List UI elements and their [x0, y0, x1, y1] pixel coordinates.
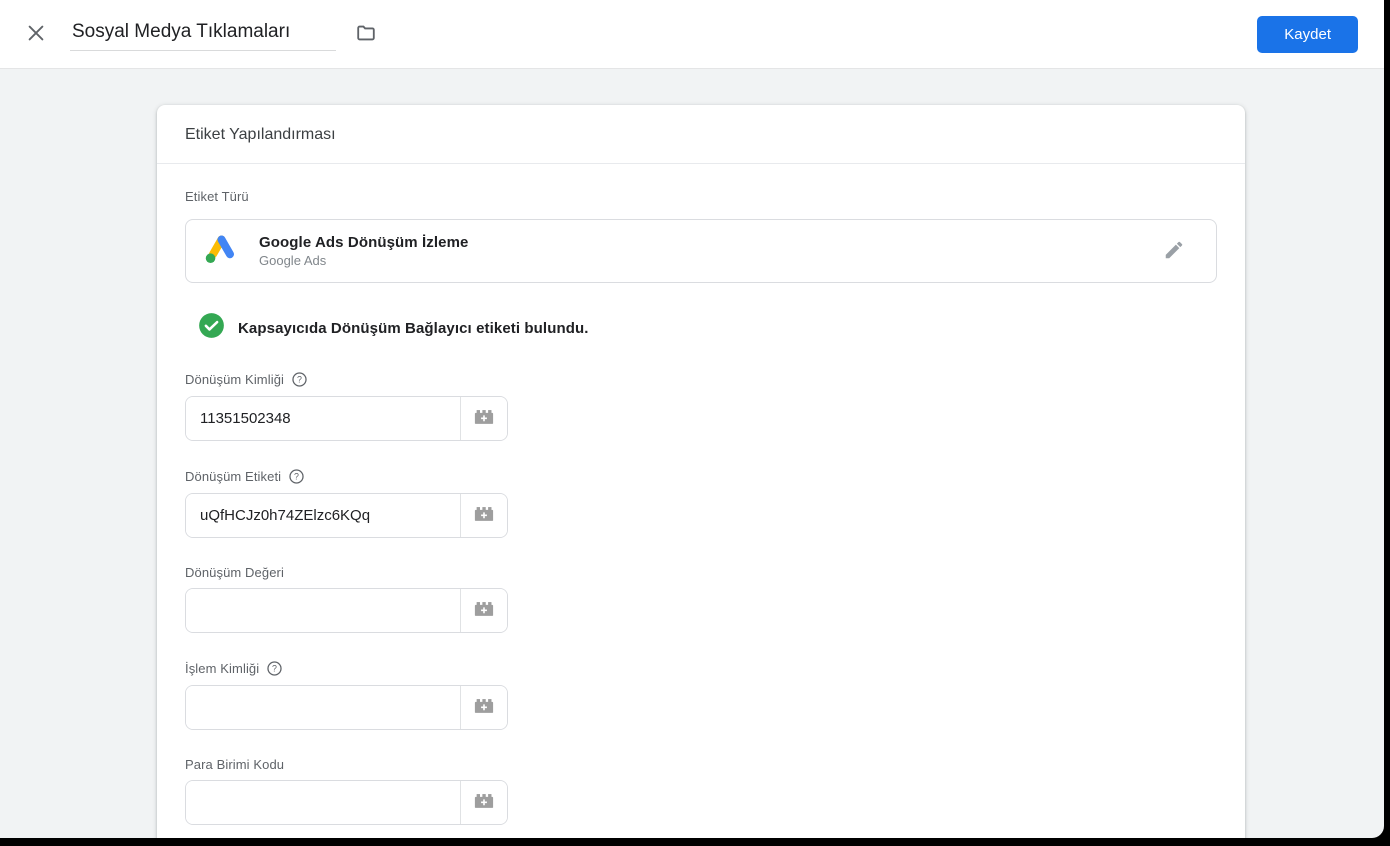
tag-type-label: Etiket Türü	[185, 189, 1217, 204]
field-label-row: Dönüşüm Değeri	[185, 565, 1217, 580]
svg-text:?: ?	[297, 374, 302, 384]
field-label: Dönüşüm Etiketi	[185, 469, 282, 484]
variable-picker-button[interactable]	[460, 494, 507, 537]
tag-title-wrap	[70, 17, 336, 51]
conversion-id-input[interactable]	[186, 397, 460, 440]
check-circle-icon	[198, 312, 225, 344]
conversion-value-input[interactable]	[186, 589, 460, 632]
card-title: Etiket Yapılandırması	[157, 105, 1245, 164]
brick-plus-icon	[471, 788, 497, 817]
tag-type-name: Google Ads Dönüşüm İzleme	[259, 234, 469, 251]
currency-code-input[interactable]	[186, 781, 460, 824]
variable-picker-button[interactable]	[460, 781, 507, 824]
input-group	[185, 780, 508, 825]
conversion-label-input[interactable]	[186, 494, 460, 537]
field-conversion-value: Dönüşüm Değeri	[185, 565, 1217, 633]
svg-text:?: ?	[272, 663, 277, 673]
field-label: İşlem Kimliği	[185, 661, 260, 676]
help-icon[interactable]: ?	[266, 660, 283, 677]
variable-picker-button[interactable]	[460, 589, 507, 632]
card-body: Etiket Türü Google Ads Dönüşüm İzleme Go…	[157, 164, 1245, 838]
input-group	[185, 588, 508, 633]
edit-tag-type-button[interactable]	[1154, 231, 1194, 271]
variable-picker-button[interactable]	[460, 686, 507, 729]
help-icon[interactable]: ?	[288, 468, 305, 485]
folder-button[interactable]	[346, 14, 386, 54]
brick-plus-icon	[471, 693, 497, 722]
save-button[interactable]: Kaydet	[1257, 15, 1358, 53]
field-label-row: Dönüşüm Kimliği ?	[185, 371, 1217, 388]
screenshot-frame: Kaydet Etiket Yapılandırması Etiket Türü	[0, 0, 1390, 846]
brick-plus-icon	[471, 404, 497, 433]
topbar: Kaydet	[0, 0, 1384, 69]
variable-picker-button[interactable]	[460, 397, 507, 440]
tag-type-text: Google Ads Dönüşüm İzleme Google Ads	[259, 234, 468, 268]
field-conversion-label: Dönüşüm Etiketi ?	[185, 468, 1217, 538]
gtm-tag-editor-window: Kaydet Etiket Yapılandırması Etiket Türü	[0, 0, 1384, 838]
field-label-row: Dönüşüm Etiketi ?	[185, 468, 1217, 485]
tag-type-vendor: Google Ads	[259, 253, 327, 268]
input-group	[185, 493, 508, 538]
tag-name-input[interactable]	[70, 17, 336, 51]
field-label: Para Birimi Kodu	[185, 757, 285, 772]
input-group	[185, 685, 508, 730]
help-icon[interactable]: ?	[291, 371, 308, 388]
brick-plus-icon	[471, 596, 497, 625]
svg-text:?: ?	[294, 471, 299, 481]
close-button[interactable]	[16, 14, 56, 54]
tag-type-box[interactable]: Google Ads Dönüşüm İzleme Google Ads	[185, 219, 1217, 283]
google-ads-icon	[203, 230, 240, 272]
field-label: Dönüşüm Değeri	[185, 565, 284, 580]
input-group	[185, 396, 508, 441]
close-icon	[25, 22, 47, 47]
field-label: Dönüşüm Kimliği	[185, 372, 285, 387]
field-transaction-id: İşlem Kimliği ?	[185, 660, 1217, 730]
transaction-id-input[interactable]	[186, 686, 460, 729]
field-label-row: Para Birimi Kodu	[185, 757, 1217, 772]
brick-plus-icon	[471, 501, 497, 530]
field-conversion-id: Dönüşüm Kimliği ?	[185, 371, 1217, 441]
pencil-icon	[1163, 239, 1185, 264]
tag-configuration-card: Etiket Yapılandırması Etiket Türü Google…	[157, 105, 1245, 838]
notice-text: Kapsayıcıda Dönüşüm Bağlayıcı etiketi bu…	[238, 319, 589, 337]
content-area: Etiket Yapılandırması Etiket Türü Google…	[0, 69, 1384, 838]
field-currency-code: Para Birimi Kodu	[185, 757, 1217, 825]
conversion-linker-notice: Kapsayıcıda Dönüşüm Bağlayıcı etiketi bu…	[198, 312, 1217, 344]
folder-icon	[355, 22, 377, 47]
tag-type-label-text: Etiket Türü	[185, 189, 249, 204]
field-label-row: İşlem Kimliği ?	[185, 660, 1217, 677]
